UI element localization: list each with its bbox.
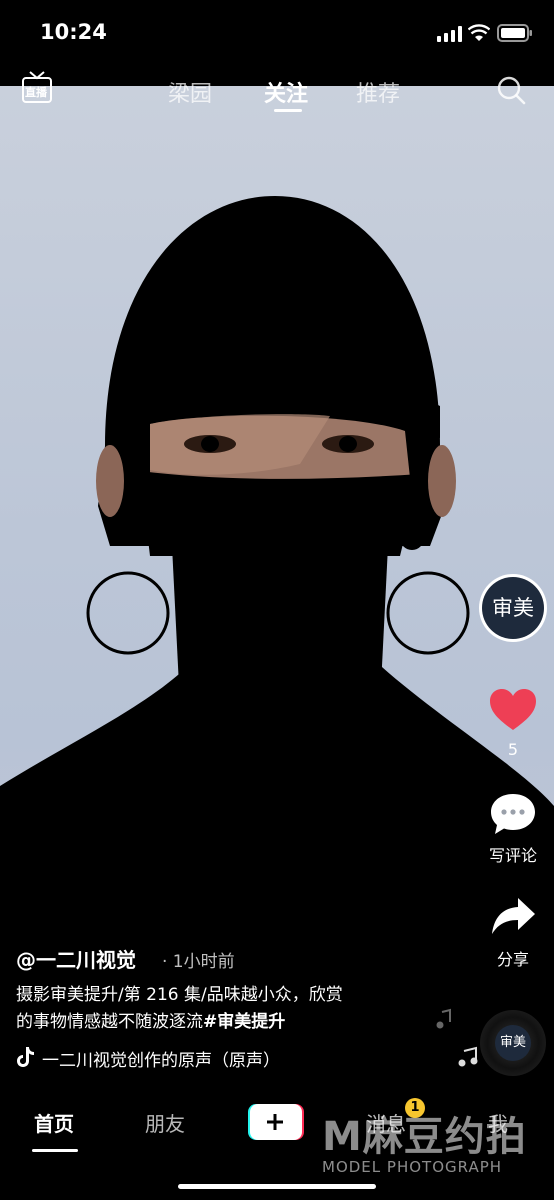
create-button[interactable]	[248, 1104, 304, 1140]
comment-label[interactable]: 写评论	[473, 842, 553, 866]
author-avatar-image: 审美	[482, 577, 544, 639]
music-title[interactable]: 一二川视觉创作的原声（原声）	[42, 1046, 322, 1071]
battery-icon	[497, 24, 532, 42]
status-time: 10:24	[40, 20, 107, 44]
share-label[interactable]: 分享	[473, 946, 553, 970]
active-tab-indicator	[274, 109, 302, 112]
nav-friends[interactable]: 朋友	[145, 1108, 185, 1137]
share-arrow-icon[interactable]	[490, 896, 536, 936]
watermark-logo: M麻豆约拍	[322, 1114, 527, 1160]
tab-liangyuan[interactable]: 梁园	[168, 76, 212, 108]
tab-following[interactable]: 关注	[264, 76, 308, 108]
search-icon[interactable]	[497, 76, 527, 106]
author-name[interactable]: @一二川视觉	[16, 944, 136, 973]
caption-line-1: 摄影审美提升/第 216 集/品味越小众，欣赏	[16, 985, 343, 1005]
video-caption: 摄影审美提升/第 216 集/品味越小众，欣赏 的事物情感越不随波逐流#审美提升	[16, 982, 416, 1036]
video-player[interactable]	[0, 86, 554, 1088]
like-heart-icon[interactable]	[489, 688, 537, 732]
music-note-icon	[436, 1008, 451, 1029]
watermark: M麻豆约拍 MODEL PHOTOGRAPH	[322, 1104, 548, 1184]
comment-icon[interactable]	[489, 792, 537, 836]
like-count: 5	[507, 740, 519, 759]
author-avatar[interactable]: 审美	[479, 574, 547, 642]
plus-icon	[267, 1114, 283, 1130]
live-button[interactable]: 直播	[22, 70, 52, 104]
nav-home-indicator	[32, 1149, 78, 1152]
music-note-icon	[458, 1046, 478, 1067]
top-nav: 直播 梁园 关注 推荐	[0, 62, 554, 122]
tab-recommend[interactable]: 推荐	[356, 76, 400, 108]
nav-home[interactable]: 首页	[34, 1108, 74, 1137]
live-label: 直播	[25, 86, 47, 99]
music-disc[interactable]: 审美	[480, 1010, 546, 1076]
post-time: · 1小时前	[162, 952, 235, 972]
caption-line-2: 的事物情感越不随波逐流#审美提升	[16, 1009, 416, 1036]
cellular-signal-icon	[437, 26, 462, 42]
tiktok-note-icon	[17, 1047, 34, 1067]
caption-text: 的事物情感越不随波逐流	[16, 1012, 203, 1032]
wifi-icon	[468, 24, 490, 41]
status-bar: 10:24	[0, 0, 554, 60]
home-indicator	[178, 1184, 376, 1189]
music-disc-cover: 审美	[495, 1025, 531, 1061]
hashtag-link[interactable]: #审美提升	[203, 1012, 285, 1032]
video-frame-image	[0, 196, 554, 1088]
watermark-subtext: MODEL PHOTOGRAPH	[322, 1158, 503, 1176]
